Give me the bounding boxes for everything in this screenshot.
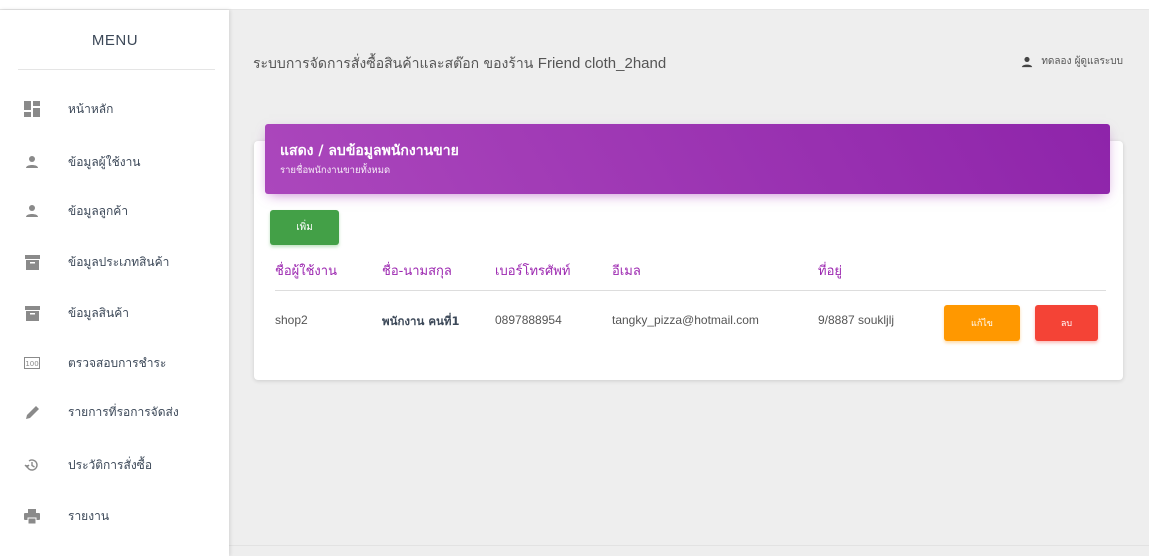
cell-phone: 0897888954 bbox=[495, 313, 562, 327]
card-header: แสดง / ลบข้อมูลพนักงานขาย รายชื่อพนักงาน… bbox=[265, 124, 1110, 194]
cell-email: tangky_pizza@hotmail.com bbox=[612, 313, 759, 327]
cell-fullname: พนักงาน คนที่1 bbox=[382, 314, 460, 328]
sidebar-item-label: รายงาน bbox=[68, 508, 110, 523]
sidebar-item-product-types[interactable]: ข้อมูลประเภทสินค้า bbox=[22, 247, 222, 277]
sidebar-item-pending-shipment[interactable]: รายการที่รอการจัดส่ง bbox=[22, 397, 222, 427]
sidebar-item-label: ประวัติการสั่งซื้อ bbox=[68, 457, 153, 472]
page-title-thai: ระบบการจัดการสั่งซื้อสินค้าและสต๊อก ของร… bbox=[253, 56, 534, 72]
dashboard-icon bbox=[22, 99, 42, 119]
column-header-fullname: ชื่อ-นามสกุล bbox=[382, 264, 452, 279]
sidebar-item-payment-check[interactable]: 100 ตรวจสอบการชำระ bbox=[22, 348, 222, 378]
add-button[interactable]: เพิ่ม bbox=[270, 210, 339, 245]
footer-divider bbox=[229, 545, 1149, 546]
main-content: ระบบการจัดการสั่งซื้อสินค้าและสต๊อก ของร… bbox=[229, 10, 1149, 556]
card-title: แสดง / ลบข้อมูลพนักงานขาย bbox=[280, 143, 459, 159]
cell-username: shop2 bbox=[275, 313, 308, 327]
sidebar-item-report[interactable]: รายงาน bbox=[22, 501, 222, 531]
sidebar-item-label: หน้าหลัก bbox=[68, 101, 114, 116]
sidebar-item-home[interactable]: หน้าหลัก bbox=[22, 94, 222, 124]
sidebar-item-label: ข้อมูลผู้ใช้งาน bbox=[68, 154, 141, 169]
user-icon bbox=[1021, 56, 1033, 68]
money-icon: 100 bbox=[22, 353, 42, 373]
page-title-shop: Friend cloth_2hand bbox=[537, 55, 667, 72]
sidebar-item-products[interactable]: ข้อมูลสินค้า bbox=[22, 298, 222, 328]
archive-icon bbox=[22, 252, 42, 272]
sidebar-item-customers[interactable]: ข้อมูลลูกค้า bbox=[22, 196, 222, 226]
column-header-username: ชื่อผู้ใช้งาน bbox=[275, 264, 337, 279]
sidebar-item-label: ข้อมูลสินค้า bbox=[68, 305, 129, 320]
sidebar-item-label: ตรวจสอบการชำระ bbox=[68, 355, 167, 370]
page-title: ระบบการจัดการสั่งซื้อสินค้าและสต๊อก ของร… bbox=[253, 53, 666, 75]
delete-button[interactable]: ลบ bbox=[1035, 305, 1098, 341]
menu-divider bbox=[18, 69, 215, 70]
edit-button[interactable]: แก้ไข bbox=[944, 305, 1020, 341]
person-icon bbox=[22, 152, 42, 172]
sidebar: MENU หน้าหลัก ข้อมูลผู้ใช้งาน ข้อมูลลูกค… bbox=[0, 10, 229, 556]
column-header-address: ที่อยู่ bbox=[818, 264, 842, 279]
sidebar-item-order-history[interactable]: ประวัติการสั่งซื้อ bbox=[22, 450, 222, 480]
archive-icon bbox=[22, 303, 42, 323]
svg-text:100: 100 bbox=[25, 360, 38, 368]
user-menu[interactable]: ทดลอง ผู้ดูแลระบบ bbox=[1021, 54, 1123, 69]
card-subtitle: รายชื่อพนักงานขายทั้งหมด bbox=[280, 165, 391, 176]
table-header-divider bbox=[275, 290, 1106, 291]
menu-title: MENU bbox=[91, 32, 139, 49]
cell-address: 9/8887 soukljlj bbox=[818, 313, 895, 327]
column-header-phone: เบอร์โทรศัพท์ bbox=[495, 264, 571, 279]
user-name: ทดลอง ผู้ดูแลระบบ bbox=[1041, 56, 1123, 67]
print-icon bbox=[22, 506, 42, 526]
sidebar-item-label: ข้อมูลประเภทสินค้า bbox=[68, 254, 170, 269]
sidebar-item-users[interactable]: ข้อมูลผู้ใช้งาน bbox=[22, 147, 222, 177]
history-icon bbox=[22, 455, 42, 475]
top-border bbox=[0, 0, 1149, 10]
sidebar-item-label: ข้อมูลลูกค้า bbox=[68, 203, 129, 218]
pencil-icon bbox=[22, 402, 42, 422]
sidebar-item-label: รายการที่รอการจัดส่ง bbox=[68, 404, 179, 419]
person-icon bbox=[22, 201, 42, 221]
column-header-email: อีเมล bbox=[612, 264, 641, 279]
